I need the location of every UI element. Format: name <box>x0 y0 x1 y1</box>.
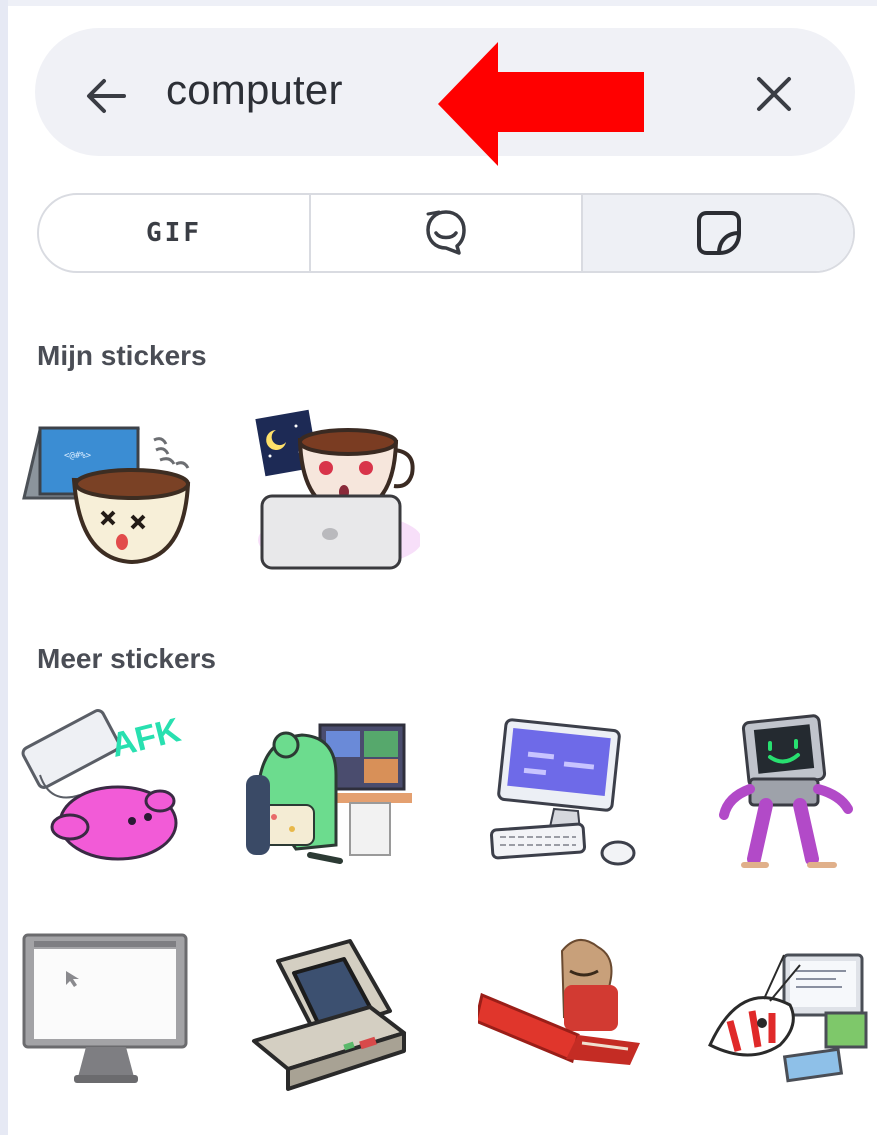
tab-gif-label: GIF <box>146 218 202 248</box>
retro-computer-sticker[interactable] <box>240 925 420 1095</box>
coffee-cup-night-laptop-sticker[interactable] <box>240 400 420 570</box>
afk-text: AFK <box>107 711 184 765</box>
section-title-mijn-stickers: Mijn stickers <box>37 340 207 371</box>
shrimp-computer-desk-sticker[interactable] <box>700 925 877 1095</box>
coffee-cup-laptop-dizzy-sticker[interactable]: <@#%> <box>20 400 200 570</box>
monitor-cursor-sticker[interactable] <box>20 925 200 1095</box>
green-monster-desk-computer-sticker[interactable] <box>240 705 420 875</box>
close-icon <box>757 77 791 111</box>
tab-gif[interactable]: GIF <box>39 195 311 271</box>
annotation-arrow-icon <box>438 42 644 166</box>
afk-pink-creature-keyboard-sticker[interactable]: AFK <box>20 705 200 875</box>
clear-search-button[interactable] <box>746 66 802 122</box>
search-input[interactable]: computer <box>166 66 343 114</box>
desktop-computer-keyboard-mouse-sticker[interactable] <box>478 705 658 875</box>
back-button[interactable] <box>78 68 134 124</box>
svg-text:<@#%>: <@#%> <box>64 451 92 461</box>
tab-sticker[interactable] <box>583 195 853 271</box>
walking-computer-robot-sticker[interactable] <box>700 705 877 875</box>
tab-emoji[interactable] <box>311 195 583 271</box>
arrow-left-icon <box>87 79 126 113</box>
top-edge <box>0 0 877 6</box>
cat-red-laptop-sticker[interactable] <box>478 925 658 1095</box>
section-title-meer-stickers: Meer stickers <box>37 643 217 674</box>
left-edge <box>0 0 8 1135</box>
media-type-tabs: GIF <box>37 193 855 273</box>
sticker-icon <box>697 211 741 255</box>
emoji-bubble-icon <box>426 210 466 255</box>
